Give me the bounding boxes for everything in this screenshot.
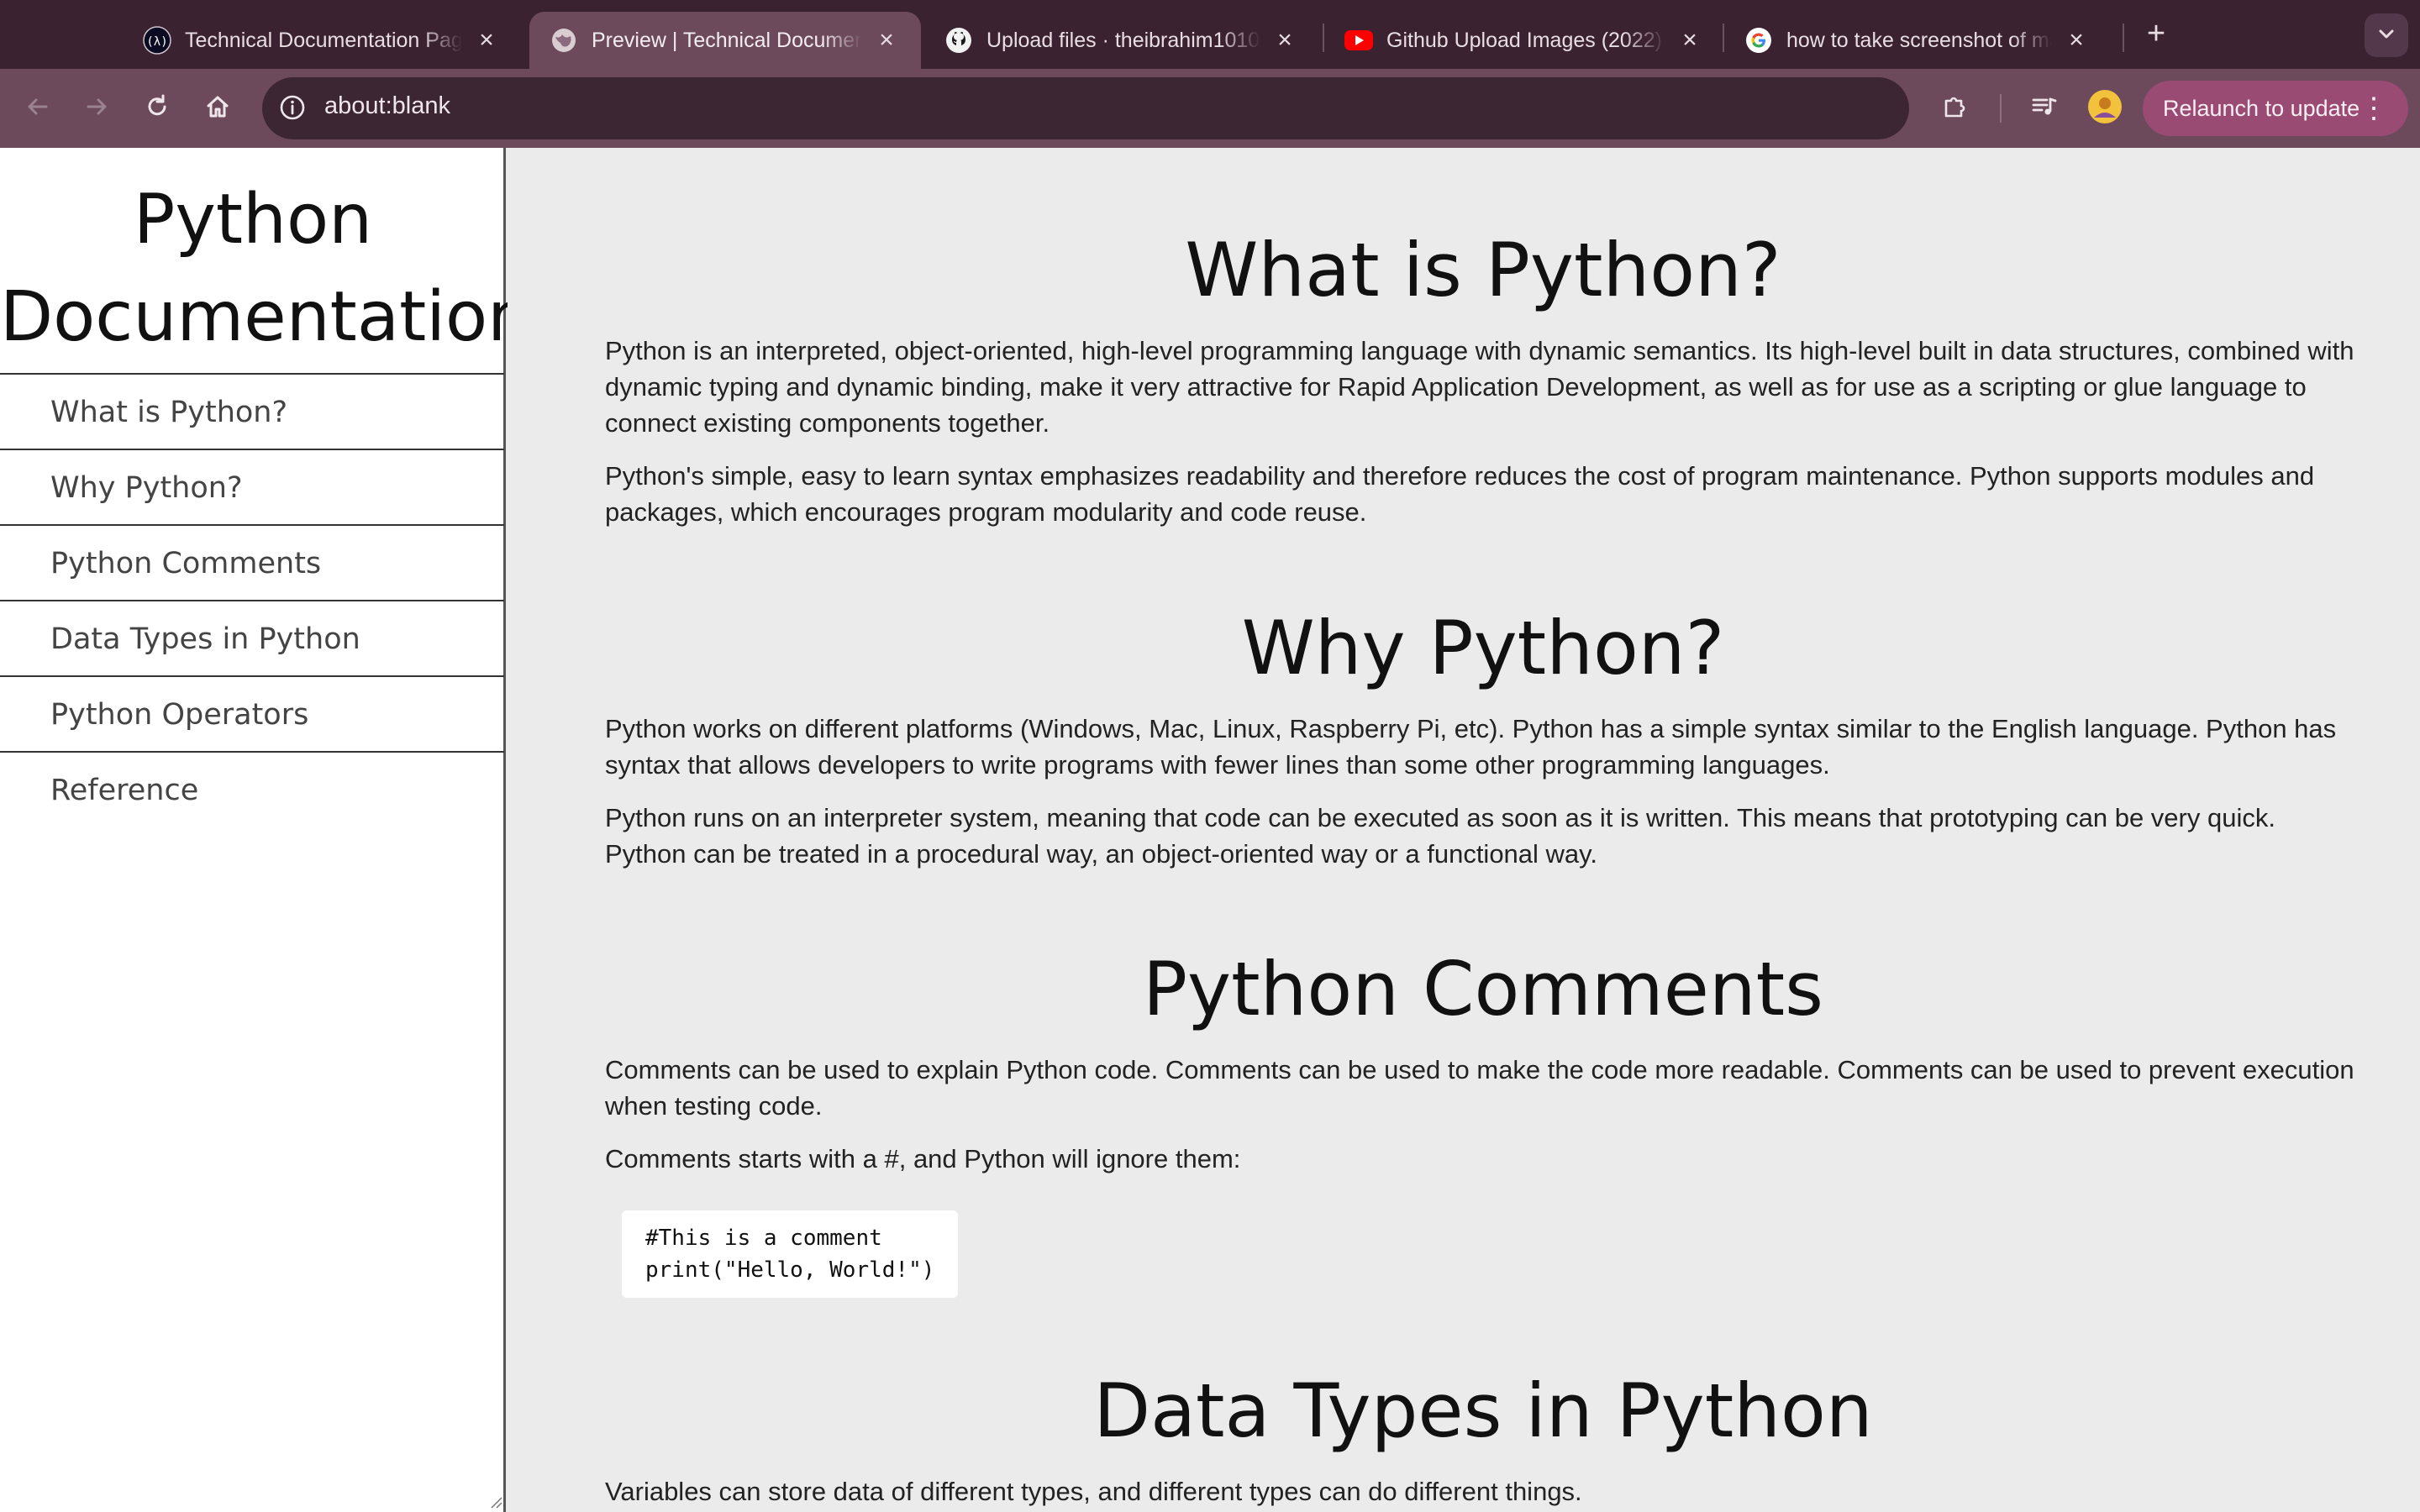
main-doc: What is Python? Python is an interpreted… <box>508 148 2420 1512</box>
nav-link-data-types[interactable]: Data Types in Python <box>0 601 504 677</box>
nav-title: Python Documentation <box>0 171 532 366</box>
section-heading: Python Comments <box>1142 946 1823 1032</box>
section-heading: Why Python? <box>1241 605 1725 691</box>
paragraph: Python's simple, easy to learn syntax em… <box>605 461 2315 527</box>
reload-icon <box>144 93 171 124</box>
media-queue-icon <box>2030 92 2059 125</box>
code-line: #This is a comment <box>645 1226 882 1251</box>
more-vert-icon[interactable]: ⋮ <box>2360 92 2388 125</box>
paragraph: Python is an interpreted, object-oriente… <box>605 336 2354 438</box>
tab-separator <box>1723 24 1724 52</box>
tab-search-button[interactable] <box>2365 13 2408 57</box>
profile-avatar-button[interactable] <box>2086 89 2124 128</box>
nav-link-reference[interactable]: Reference <box>0 753 504 828</box>
close-icon[interactable]: × <box>1270 26 1299 55</box>
tab-title: Github Upload Images (2022) <box>1386 28 1662 52</box>
code-line: print("Hello, World!") <box>645 1257 935 1283</box>
tab-technical-documentation[interactable]: (λ) Technical Documentation Page × <box>123 12 521 69</box>
paragraph: Comments starts with a #, and Python wil… <box>605 1144 1241 1173</box>
url-text: about:blank <box>324 92 450 119</box>
nav-title-line: Python <box>133 180 373 260</box>
github-icon <box>944 26 973 55</box>
youtube-icon <box>1344 26 1373 55</box>
nav-link-what-is-python[interactable]: What is Python? <box>0 375 504 450</box>
relaunch-label: Relaunch to update <box>2163 95 2360 121</box>
section-python-comments: Python Comments Comments can be used to … <box>605 939 2361 1298</box>
close-icon[interactable]: × <box>872 26 901 55</box>
tab-title: Technical Documentation Page <box>185 28 462 52</box>
tab-preview-technical-documentation[interactable]: Preview | Technical Documentation × <box>529 12 921 69</box>
home-button[interactable] <box>198 89 237 128</box>
resize-handle-icon[interactable] <box>487 1494 502 1509</box>
tab-title: Upload files · theibrahim1010/ <box>986 28 1260 52</box>
puzzle-icon <box>1941 92 1970 125</box>
paragraph: Python works on different platforms (Win… <box>605 714 2337 780</box>
close-icon[interactable]: × <box>1676 26 1704 55</box>
info-icon[interactable] <box>277 92 308 127</box>
section-why-python: Why Python? Python works on different pl… <box>605 598 2361 872</box>
forward-button[interactable] <box>77 89 116 128</box>
close-icon[interactable]: × <box>2062 26 2091 55</box>
section-heading: What is Python? <box>1185 227 1781 313</box>
section-what-is-python: What is Python? Python is an interpreted… <box>605 220 2361 530</box>
extensions-button[interactable] <box>1936 89 1975 128</box>
close-icon[interactable]: × <box>472 26 501 55</box>
tab-title: Preview | Technical Documentation <box>592 28 862 52</box>
tab-title: how to take screenshot of mac <box>1786 28 2052 52</box>
tab-github-upload-images-youtube[interactable]: Github Upload Images (2022) × <box>1324 12 1724 69</box>
google-icon <box>1744 26 1773 55</box>
section-data-types: Data Types in Python Variables can store… <box>605 1361 2361 1509</box>
tab-google-search[interactable]: how to take screenshot of mac × <box>1724 12 2111 69</box>
code-block: #This is a comment print("Hello, World!"… <box>622 1210 959 1298</box>
new-tab-button[interactable]: + <box>2138 15 2175 52</box>
tab-separator <box>1323 24 1324 52</box>
tab-separator <box>2123 24 2124 52</box>
chevron-down-icon <box>2376 24 2396 48</box>
toolbar-divider <box>2000 94 2002 123</box>
media-control-button[interactable] <box>2025 89 2064 128</box>
relaunch-to-update-button[interactable]: Relaunch to update ⋮ <box>2143 81 2408 136</box>
avatar <box>2087 89 2123 129</box>
nav-link-why-python[interactable]: Why Python? <box>0 450 504 526</box>
paragraph: Comments can be used to explain Python c… <box>605 1055 2354 1121</box>
reload-button[interactable] <box>138 89 176 128</box>
back-button[interactable] <box>18 89 57 128</box>
address-bar[interactable] <box>262 77 1909 139</box>
globe-icon <box>550 26 578 55</box>
freecodecamp-icon: (λ) <box>143 26 171 55</box>
nav-link-list: What is Python? Why Python? Python Comme… <box>0 373 504 828</box>
tab-strip: (λ) Technical Documentation Page × Previ… <box>0 0 2420 69</box>
paragraph: Variables can store data of different ty… <box>605 1477 1582 1506</box>
arrow-right-icon <box>84 94 109 123</box>
section-heading: Data Types in Python <box>1093 1368 1873 1454</box>
nav-title-line: Documentation <box>0 277 532 357</box>
paragraph: Python runs on an interpreter system, me… <box>605 803 2275 869</box>
tab-upload-files-github[interactable]: Upload files · theibrahim1010/ × <box>924 12 1319 69</box>
nav-link-python-operators[interactable]: Python Operators <box>0 677 504 753</box>
svg-text:(λ): (λ) <box>146 35 167 49</box>
page-viewport: Python Documentation What is Python? Why… <box>0 148 2420 1512</box>
nav-link-python-comments[interactable]: Python Comments <box>0 526 504 601</box>
home-icon <box>204 93 231 124</box>
navbar: Python Documentation What is Python? Why… <box>0 148 532 1512</box>
arrow-left-icon <box>25 94 50 123</box>
